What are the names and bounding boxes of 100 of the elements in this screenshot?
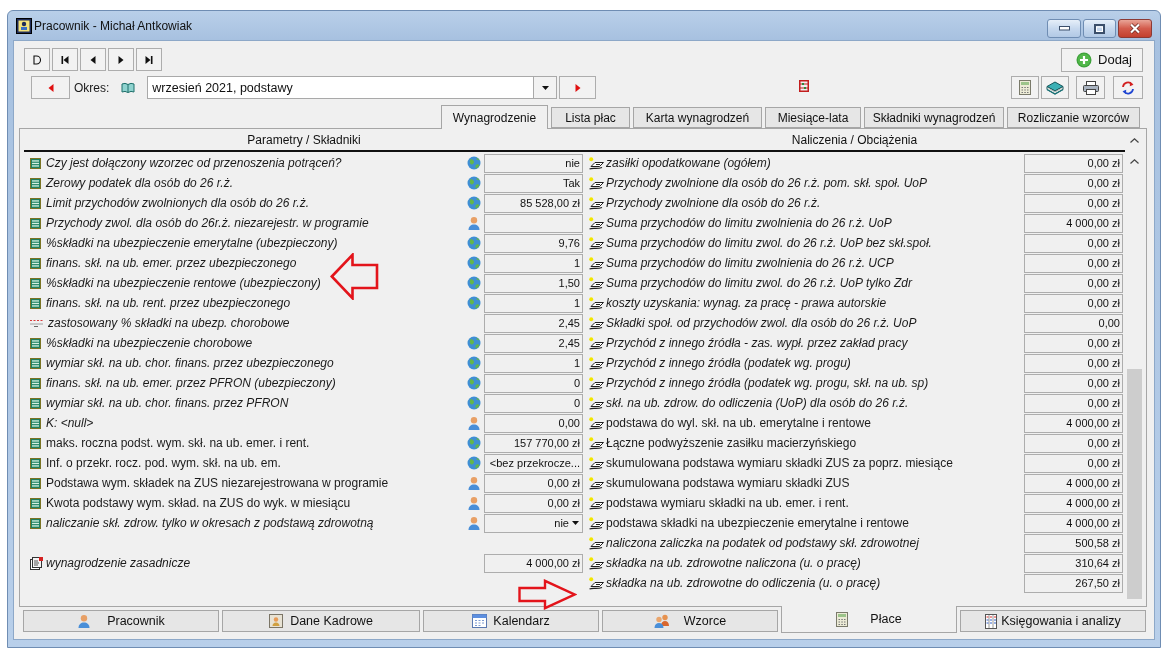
form-icon [30,177,41,189]
value-field[interactable]: 0 [484,393,583,413]
value-field[interactable]: 0,00 zł [484,493,583,513]
tab[interactable]: Rozliczanie wzorców [1007,107,1140,128]
value-field[interactable]: 85 528,00 zł [484,193,583,213]
scrollbar-thumb[interactable] [1127,369,1142,599]
caret-down-icon [541,85,549,90]
value-field[interactable]: 4 000,00 zł [1024,513,1123,533]
value-field[interactable]: 267,50 zł [1024,573,1123,593]
value-field[interactable]: 0,00 zł [1024,153,1123,173]
globe-icon [467,396,481,410]
dropdown-button[interactable] [533,76,558,99]
tab[interactable]: Karta wynagrodzeń [633,107,762,128]
value-field[interactable]: 0,00 zł [1024,353,1123,373]
module-tab[interactable]: Dane Kadrowe [222,610,420,632]
value-field[interactable]: 0,00 zł [1024,393,1123,413]
triangle-right-icon [118,54,124,65]
value-field[interactable]: 157 770,00 zł [484,433,583,453]
charge-label: Suma przychodów do limitu zwolnienia do 26 r.ż. UCP [606,256,894,270]
value-field[interactable]: 0,00 zł [1024,293,1123,313]
value-field[interactable]: 0,00 zł [1024,273,1123,293]
value-field[interactable]: 0,00 zł [1024,253,1123,273]
module-tab[interactable]: Płace [781,606,957,633]
document-icon [30,556,43,570]
form-icon [30,397,41,409]
value-field[interactable]: 1 [484,353,583,373]
charge-label: skumulowana podstawa wymiaru składki ZUS [606,476,850,490]
value-field[interactable]: 0 [484,373,583,393]
value-field[interactable]: <bez przekrocze... [484,453,583,473]
charge-label: Suma przychodów do limitu zwol. do 26 r.ż. UoP bez skł.społ. [606,236,932,250]
banknote-icon [589,536,604,550]
next-record-button[interactable] [108,48,134,71]
value-field[interactable]: 9,76 [484,233,583,253]
value-field[interactable]: 1 [484,293,583,313]
module-tab[interactable]: Księgowania i analizy [960,610,1146,632]
refresh-button[interactable] [1113,76,1143,99]
banknote-icon [589,276,604,290]
previous-record-button[interactable] [80,48,106,71]
form-icon [30,357,41,369]
banknote-icon [589,316,604,330]
value-field[interactable]: 0,00 [484,413,583,433]
globe-icon [467,456,481,470]
value-field[interactable]: 1,50 [484,273,583,293]
module-tab[interactable]: Kalendarz [423,610,599,632]
value-field[interactable]: 4 000,00 zł [1024,213,1123,233]
add-button[interactable]: Dodaj [1061,47,1143,72]
value-field[interactable]: 1 [484,253,583,273]
tab[interactable]: Lista płac [551,107,630,128]
calculator-button[interactable] [1011,76,1039,99]
value-field[interactable]: 0,00 zł [1024,173,1123,193]
charge-label: Przychód z innego źródła - zas. wypł. przez zakład pracy [606,336,908,350]
value-field[interactable]: 4 000,00 zł [1024,473,1123,493]
form-icon [30,457,41,469]
value-field[interactable] [484,213,583,233]
select-field[interactable]: nie [484,513,583,533]
value-field[interactable]: 0,00 zł [1024,373,1123,393]
first-record-button[interactable] [52,48,78,71]
value-field[interactable]: Tak [484,173,583,193]
value-field[interactable]: 4 000,00 zł [1024,493,1123,513]
value-field[interactable]: 0,00 zł [484,473,583,493]
maximize-button[interactable] [1083,19,1116,38]
value-field[interactable]: 0,00 [1024,313,1123,333]
parameter-label: wymiar skł. na ub. chor. finans. przez ubezpieczonego [46,356,334,370]
left-arrow-icon [330,253,379,300]
value-field[interactable]: nie [484,153,583,173]
new-record-button[interactable] [24,48,50,71]
parameter-label: naliczanie skł. zdrow. tylko w okresach z podstawą zdrowotną [46,516,374,530]
value-field[interactable]: 2,45 [484,313,583,333]
value-field[interactable]: 4 000,00 zł [1024,413,1123,433]
charge-label: skł. na ub. zdrow. do odliczenia (UoP) dla osób do 26 r.ż. [606,396,909,410]
last-record-button[interactable] [136,48,162,71]
minimize-icon [1058,26,1070,31]
value-field[interactable]: 2,45 [484,333,583,353]
value-field[interactable]: 0,00 zł [1024,453,1123,473]
form-icon [30,497,41,509]
parameter-label: %składki na ubezpieczenie rentowe (ubezpieczony) [46,276,321,290]
value-field[interactable]: 310,64 zł [1024,553,1123,573]
value-field[interactable]: 0,00 zł [1024,433,1123,453]
charge-label: naliczona zaliczka na podatek od podstawy skł. zdrowotnej [606,536,919,550]
close-button[interactable] [1118,19,1152,38]
period-field[interactable]: wrzesień 2021, podstawy [147,76,535,99]
form-icon [30,517,41,529]
tab[interactable]: Składniki wynagrodzeń [864,107,1004,128]
module-tab[interactable]: Wzorce [602,610,778,632]
form-icon [30,277,41,289]
minimize-button[interactable] [1047,19,1081,38]
banknote-icon [589,576,604,590]
globe-icon [467,356,481,370]
value-field[interactable]: 4 000,00 zł [484,553,583,573]
print-button[interactable] [1076,76,1105,99]
value-field[interactable]: 0,00 zł [1024,233,1123,253]
value-field[interactable]: 0,00 zł [1024,193,1123,213]
module-tab[interactable]: Pracownik [23,610,219,632]
parameter-label: wymiar skł. na ub. chor. finans. przez PFRON [46,396,289,410]
value-field[interactable]: 0,00 zł [1024,333,1123,353]
value-field[interactable]: 500,58 zł [1024,533,1123,553]
tab[interactable]: Wynagrodzenie [441,105,548,129]
tab[interactable]: Miesiące-lata [765,107,861,128]
book-button[interactable] [1041,76,1069,99]
close-icon [1129,23,1141,34]
